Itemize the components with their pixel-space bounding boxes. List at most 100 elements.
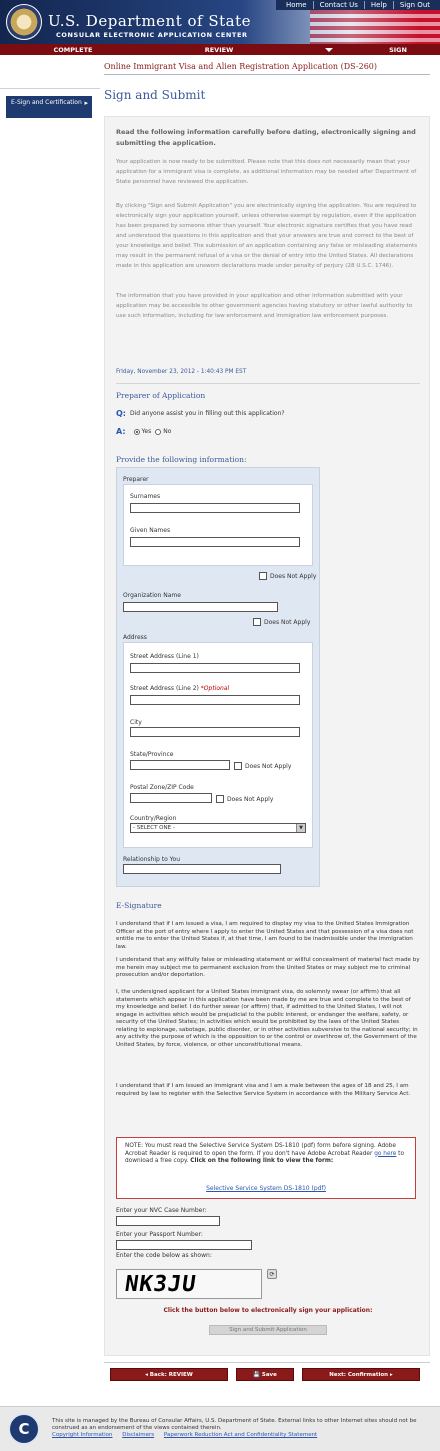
department-seal-icon — [6, 4, 42, 40]
country-select-value: - SELECT ONE - — [133, 825, 175, 831]
relationship-input[interactable] — [123, 864, 281, 874]
progress-step-complete: COMPLETE — [53, 45, 93, 54]
given-names-input[interactable] — [130, 537, 300, 547]
address-box: Street Address (Line 1) Street Address (… — [123, 642, 313, 848]
bottom-divider — [104, 1362, 430, 1363]
optional-tag: *Optional — [200, 685, 230, 692]
save-button[interactable]: 💾 Save — [236, 1368, 294, 1381]
state-does-not-apply-checkbox[interactable]: Does Not Apply — [234, 762, 291, 770]
note-text-a: NOTE: You must read the Selective Servic… — [125, 1143, 396, 1157]
name-does-not-apply-label: Does Not Apply — [270, 572, 317, 580]
sidebar-item-esign[interactable]: E-Sign and Certification ▸ — [6, 96, 92, 118]
intro-text: Read the following information carefully… — [116, 128, 416, 147]
radio-no[interactable] — [155, 428, 162, 435]
org-does-not-apply-label: Does Not Apply — [264, 618, 311, 626]
note-bold-text: Click on the following link to view the … — [190, 1158, 334, 1164]
answer-row: A: Yes No — [116, 427, 171, 436]
passport-label: Enter your Passport Number: — [116, 1231, 203, 1238]
note-text: NOTE: You must read the Selective Servic… — [125, 1143, 407, 1166]
preparer-section: Preparer Surnames Given Names Does Not A… — [116, 467, 320, 887]
paragraph-signing: By clicking "Sign and Submit Application… — [116, 203, 418, 269]
city-input[interactable] — [130, 727, 300, 737]
footer-text: This site is managed by the Bureau of Co… — [52, 1418, 417, 1431]
org-does-not-apply-checkbox[interactable]: Does Not Apply — [253, 618, 310, 626]
click-instruction: Click the button below to electronically… — [163, 1307, 373, 1314]
divider — [116, 383, 420, 384]
paragraph-ready: Your application is now ready to be subm… — [116, 159, 417, 185]
footer-links: Copyright Information Disclaimers Paperw… — [52, 1432, 325, 1438]
progress-bar: COMPLETE REVIEW SIGN — [0, 44, 440, 55]
bottom-nav: ◂ Back: REVIEW 💾 Save Next: Confirmation… — [110, 1368, 420, 1384]
street1-label: Street Address (Line 1) — [130, 653, 199, 660]
consular-affairs-logo-icon — [8, 1413, 40, 1445]
ds1810-form-link[interactable]: Selective Service System DS-1810 (pdf) — [117, 1185, 415, 1192]
nav-contact-link[interactable]: Contact Us — [312, 1, 364, 9]
radio-yes[interactable] — [133, 428, 140, 435]
radio-yes-label: Yes — [141, 428, 152, 435]
captcha-image: NK3JU — [116, 1269, 262, 1299]
sidebar-item-label: E-Sign and Certification — [11, 99, 82, 106]
preparer-heading: Preparer of Application — [116, 391, 206, 400]
disclaimers-link[interactable]: Disclaimers — [122, 1432, 154, 1438]
surnames-label: Surnames — [130, 493, 161, 500]
nav-help-link[interactable]: Help — [363, 1, 393, 9]
postal-does-not-apply-checkbox[interactable]: Does Not Apply — [216, 795, 273, 803]
relationship-label: Relationship to You — [123, 856, 181, 863]
application-title: Online Immigrant Visa and Alien Registra… — [104, 62, 430, 75]
name-does-not-apply-checkbox[interactable]: Does Not Apply — [259, 572, 316, 580]
postal-input[interactable] — [130, 793, 212, 803]
nvc-case-label: Enter your NVC Case Number: — [116, 1207, 207, 1214]
next-button[interactable]: Next: Confirmation ▸ — [302, 1368, 420, 1381]
progress-step-review: REVIEW — [204, 45, 234, 54]
captcha-label: Enter the code below as shown: — [116, 1252, 212, 1259]
page-title: Sign and Submit — [104, 88, 206, 102]
site-footer: This site is managed by the Bureau of Co… — [0, 1406, 440, 1451]
esig-paragraph-1: I understand that if I am issued a visa,… — [116, 921, 414, 950]
note-box: NOTE: You must read the Selective Servic… — [116, 1137, 416, 1199]
paperwork-link[interactable]: Paperwork Reduction Act and Confidential… — [164, 1432, 317, 1438]
given-names-label: Given Names — [130, 527, 171, 534]
timestamp: Friday, November 23, 2012 - 1:40:43 PM E… — [116, 369, 247, 375]
postal-label: Postal Zone/ZIP Code — [130, 784, 194, 791]
street2-input[interactable] — [130, 695, 300, 705]
answer-marker: A: — [116, 427, 126, 436]
esig-paragraph-2: I understand that any willfully false or… — [116, 957, 420, 978]
postal-does-not-apply-label: Does Not Apply — [227, 795, 274, 803]
refresh-captcha-icon[interactable]: ⟳ — [267, 1269, 277, 1279]
esignature-heading: E-Signature — [116, 901, 162, 910]
nav-home-link[interactable]: Home — [280, 1, 313, 9]
progress-step-sign-label: SIGN — [389, 45, 407, 54]
copyright-link[interactable]: Copyright Information — [52, 1432, 112, 1438]
provide-heading: Provide the following information: — [116, 455, 247, 464]
preparer-label: Preparer — [123, 476, 149, 483]
state-input[interactable] — [130, 760, 230, 770]
department-subtitle: CONSULAR ELECTRONIC APPLICATION CENTER — [56, 31, 248, 39]
nvc-case-input[interactable] — [116, 1216, 220, 1226]
street1-input[interactable] — [130, 663, 300, 673]
street2-label-text: Street Address (Line 2) — [130, 685, 199, 692]
preparer-name-box: Surnames Given Names — [123, 484, 313, 566]
paragraph-disclosure: The information that you have provided i… — [116, 293, 413, 319]
current-step-arrow-icon — [325, 47, 334, 52]
nav-signout-link[interactable]: Sign Out — [392, 1, 436, 9]
question-marker: Q: — [116, 409, 126, 418]
progress-step-sign: SIGN — [292, 44, 440, 55]
org-name-label: Organization Name — [123, 592, 181, 599]
passport-input[interactable] — [116, 1240, 252, 1250]
top-nav: Home Contact Us Help Sign Out — [275, 0, 440, 10]
chevron-down-icon: ▼ — [296, 824, 305, 832]
back-button[interactable]: ◂ Back: REVIEW — [110, 1368, 228, 1381]
street2-label: Street Address (Line 2) *Optional — [130, 685, 229, 692]
country-label: Country/Region — [130, 815, 177, 822]
acrobat-download-link[interactable]: go here — [374, 1151, 396, 1157]
sign-submit-button[interactable]: Sign and Submit Application — [209, 1325, 327, 1335]
country-select[interactable]: - SELECT ONE - ▼ — [130, 823, 306, 833]
radio-no-label: No — [163, 428, 172, 435]
esig-paragraph-3: I, the undersigned applicant for a Unite… — [116, 989, 418, 1048]
captcha-text: NK3JU — [123, 1272, 198, 1297]
department-title: U.S. Department of State — [48, 12, 252, 30]
state-label: State/Province — [130, 751, 174, 758]
surnames-input[interactable] — [130, 503, 300, 513]
org-name-input[interactable] — [123, 602, 278, 612]
address-label: Address — [123, 634, 147, 641]
